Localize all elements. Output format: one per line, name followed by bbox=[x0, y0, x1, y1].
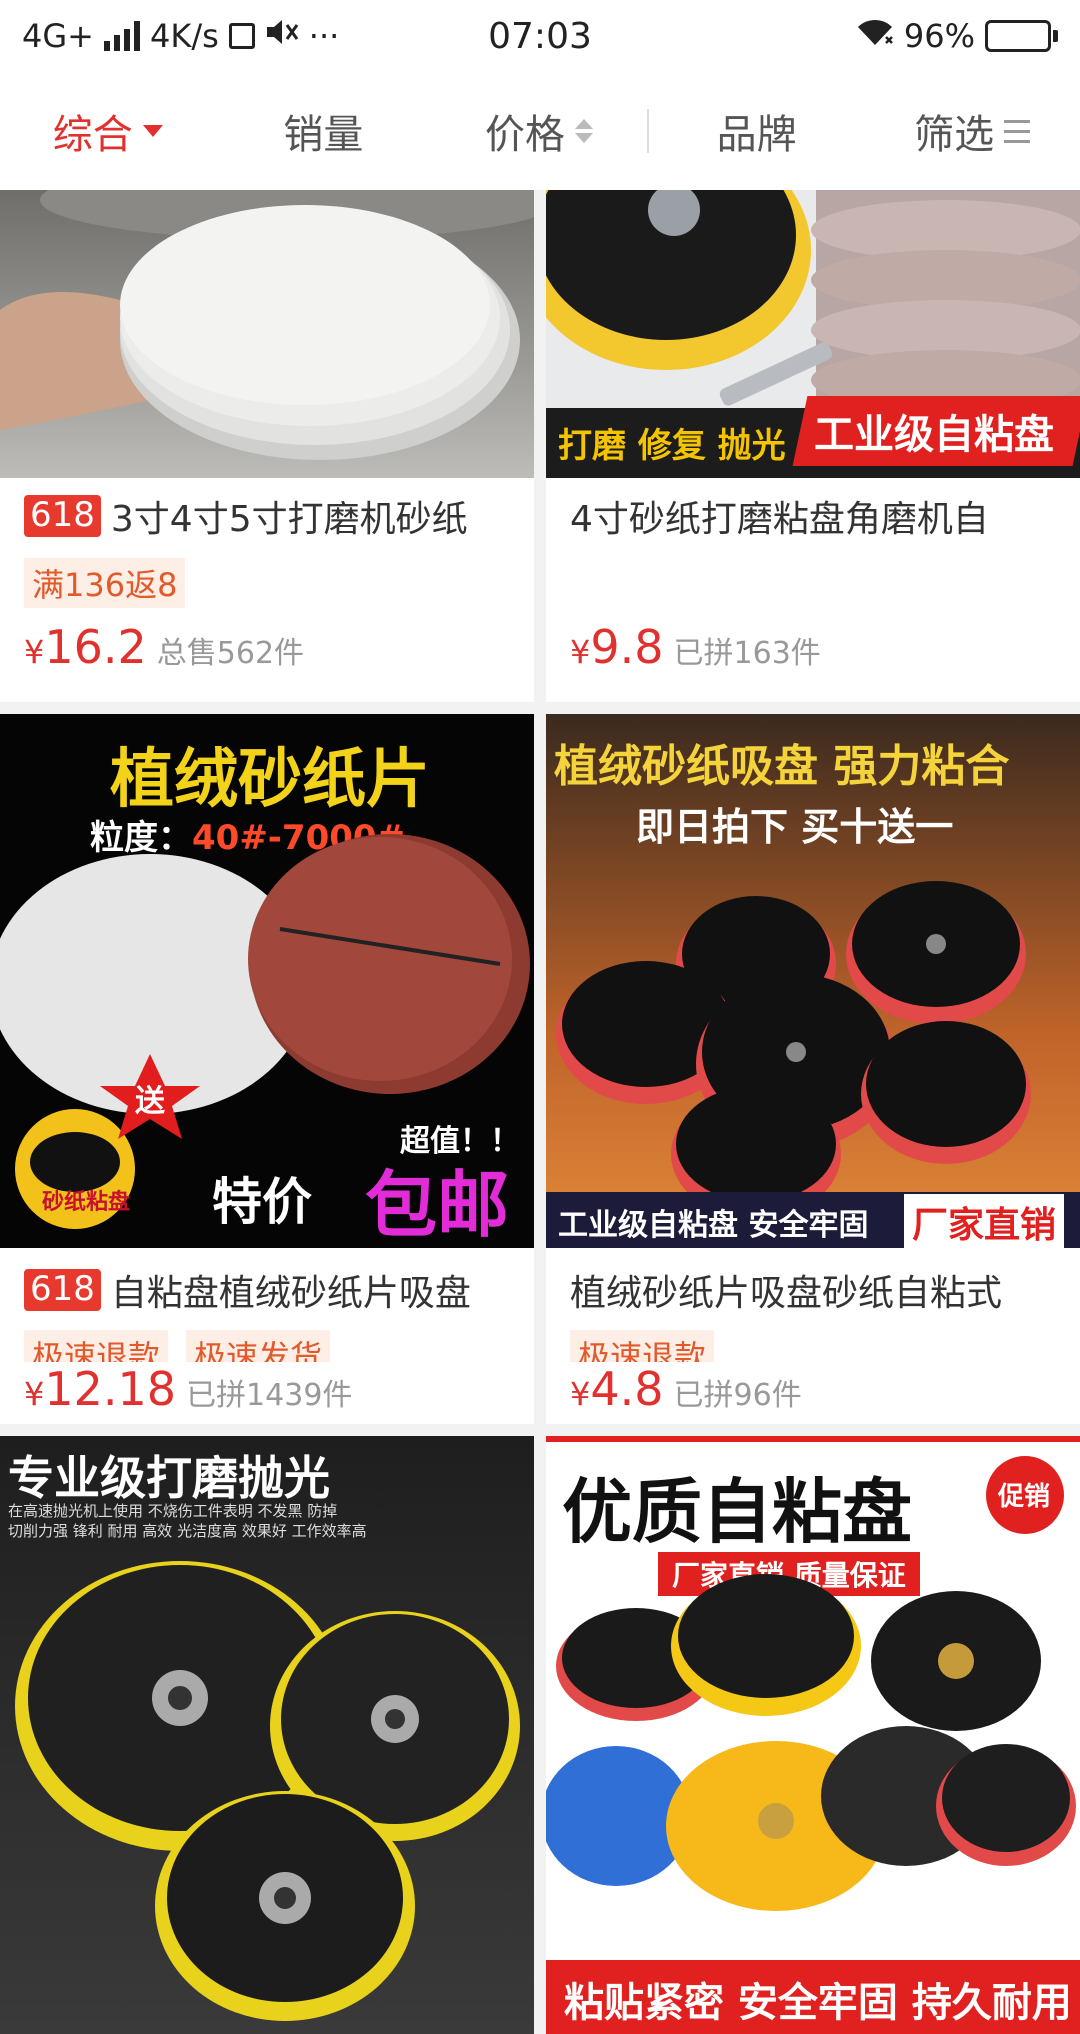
sales-count: 总售562件 bbox=[156, 636, 305, 671]
promo-tags: 满136返8 bbox=[24, 558, 186, 608]
product-title-text: 3寸4寸5寸打磨机砂纸 bbox=[110, 499, 468, 540]
promo-tags: 极速退款 bbox=[570, 1330, 715, 1362]
sort-comprehensive[interactable]: 综合 bbox=[0, 72, 216, 190]
promo-tag: 满136返8 bbox=[24, 558, 186, 608]
image-banner-left: 工业级自粘盘 安全牢固 bbox=[558, 1208, 869, 1243]
product-image[interactable] bbox=[0, 190, 534, 478]
product-image[interactable]: 植绒砂纸吸盘 强力粘合 即日拍下 买十送一 工业级自粘盘 安全牢固 厂家直销 bbox=[546, 714, 1080, 1248]
product-card-footer: ¥4.8 已拼96件 bbox=[546, 1362, 1080, 1424]
price: ¥9.8 bbox=[570, 620, 664, 674]
product-card[interactable]: 618 3寸4寸5寸打磨机砂纸 满136返8 ¥16.2 总售562件 bbox=[0, 190, 534, 702]
product-title-text: 4寸砂纸打磨粘盘角磨机自 bbox=[570, 499, 989, 540]
sort-arrows-icon bbox=[574, 119, 593, 143]
filter-more-label: 筛选 bbox=[914, 112, 995, 158]
signal-icon bbox=[103, 21, 140, 51]
product-title-text: 植绒砂纸片吸盘砂纸自粘式 bbox=[570, 1273, 1003, 1314]
sales-count: 已拼163件 bbox=[673, 636, 821, 671]
price-row: ¥4.8 已拼96件 bbox=[570, 1362, 802, 1416]
product-card[interactable]: 植绒砂纸吸盘 强力粘合 即日拍下 买十送一 工业级自粘盘 安全牢固 厂家直销 植… bbox=[546, 714, 1080, 1362]
price: ¥4.8 bbox=[570, 1362, 664, 1416]
promo-tag: 极速发货 bbox=[186, 1330, 331, 1362]
product-title[interactable]: 618 自粘盘植绒砂纸片吸盘 bbox=[24, 1264, 522, 1316]
sort-price[interactable]: 价格 bbox=[431, 72, 647, 190]
promo-tag: 极速退款 bbox=[570, 1330, 715, 1362]
data-saver-icon bbox=[228, 23, 255, 49]
product-card[interactable]: 植绒砂纸片 粒度：40#-7000# 送 砂纸粘盘 超值！！ 特价 包邮 618… bbox=[0, 714, 534, 1362]
image-banner-left: 打磨 修复 抛光 bbox=[558, 426, 786, 466]
product-image[interactable]: 专业级打磨抛光 在高速抛光机上使用 不烧伤工件表明 不发黑 防掉 切削力强 锋利… bbox=[0, 1436, 534, 2034]
price-row: ¥9.8 已拼163件 bbox=[570, 620, 821, 674]
product-title[interactable]: 4寸砂纸打磨粘盘角磨机自 bbox=[570, 490, 1068, 542]
sort-price-label: 价格 bbox=[484, 112, 565, 158]
image-banner-right: 厂家直销 bbox=[904, 1194, 1065, 1248]
image-footer: 粘贴紧密 安全牢固 持久耐用 bbox=[564, 1980, 1072, 2026]
sort-comprehensive-label: 综合 bbox=[52, 112, 133, 158]
event-tag: 618 bbox=[24, 495, 101, 537]
product-image[interactable]: 优质自粘盘 促销 厂家直销 质量保证 粘贴紧密 安全牢固 持久耐用 bbox=[546, 1436, 1080, 2034]
product-title[interactable]: 植绒砂纸片吸盘砂纸自粘式 bbox=[570, 1264, 1068, 1316]
product-title-text: 自粘盘植绒砂纸片吸盘 bbox=[110, 1273, 471, 1314]
status-left: 4G+ 4K/s ··· bbox=[22, 17, 339, 55]
mute-icon bbox=[265, 17, 299, 55]
price: ¥12.18 bbox=[24, 1362, 177, 1416]
event-tag: 618 bbox=[24, 1269, 101, 1311]
product-title[interactable]: 618 3寸4寸5寸打磨机砂纸 bbox=[24, 490, 522, 542]
more-notifications-icon: ··· bbox=[308, 17, 340, 55]
battery-percent: 96% bbox=[903, 17, 975, 55]
network-speed: 4K/s bbox=[149, 17, 219, 55]
image-special: 特价 bbox=[212, 1173, 312, 1231]
network-type: 4G+ bbox=[22, 17, 94, 55]
filter-brand[interactable]: 品牌 bbox=[649, 72, 865, 190]
sort-filter-bar: 综合 销量 价格 品牌 筛选 bbox=[0, 72, 1080, 190]
filter-lines-icon bbox=[1004, 119, 1031, 143]
image-gift-badge: 送 bbox=[135, 1084, 165, 1119]
image-banner-right: 工业级自粘盘 bbox=[814, 412, 1054, 458]
wifi-icon bbox=[856, 17, 894, 55]
filter-brand-label: 品牌 bbox=[716, 112, 797, 158]
filter-more[interactable]: 筛选 bbox=[864, 72, 1080, 190]
status-bar: 4G+ 4K/s ··· 07:03 96% bbox=[0, 0, 1080, 72]
product-image[interactable]: 植绒砂纸片 粒度：40#-7000# 送 砂纸粘盘 超值！！ 特价 包邮 bbox=[0, 714, 534, 1248]
product-card[interactable]: 专业级打磨抛光 在高速抛光机上使用 不烧伤工件表明 不发黑 防掉 切削力强 锋利… bbox=[0, 1436, 534, 2034]
caret-down-icon bbox=[142, 125, 163, 137]
price-row: ¥12.18 已拼1439件 bbox=[24, 1362, 352, 1416]
promo-tag: 极速退款 bbox=[24, 1330, 169, 1362]
product-card-footer: ¥12.18 已拼1439件 bbox=[0, 1362, 534, 1424]
sort-sales[interactable]: 销量 bbox=[216, 72, 432, 190]
image-gift-item: 砂纸粘盘 bbox=[42, 1190, 131, 1215]
price: ¥16.2 bbox=[24, 620, 147, 674]
battery-icon bbox=[985, 20, 1058, 52]
price-row: ¥16.2 总售562件 bbox=[24, 620, 304, 674]
image-free-ship: 包邮 bbox=[365, 1163, 510, 1247]
status-right: 96% bbox=[856, 17, 1058, 55]
promo-tags: 极速退款 极速发货 bbox=[24, 1330, 331, 1362]
sales-count: 已拼96件 bbox=[673, 1378, 802, 1413]
sort-sales-label: 销量 bbox=[283, 112, 364, 158]
sales-count: 已拼1439件 bbox=[186, 1378, 353, 1413]
product-card[interactable]: 优质自粘盘 促销 厂家直销 质量保证 粘贴紧密 安全牢固 持久耐用 bbox=[546, 1436, 1080, 2034]
product-image[interactable]: 打磨 修复 抛光 工业级自粘盘 bbox=[546, 190, 1080, 478]
product-card[interactable]: 打磨 修复 抛光 工业级自粘盘 4寸砂纸打磨粘盘角磨机自 ¥9.8 已拼163件 bbox=[546, 190, 1080, 702]
